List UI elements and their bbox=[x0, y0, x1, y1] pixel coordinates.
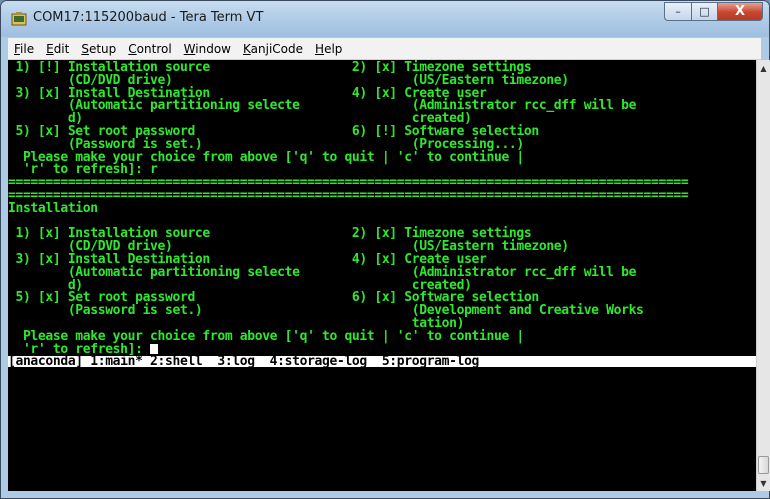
menu-item-file[interactable]: File bbox=[8, 42, 40, 56]
terminal-line: (Password is set.) (Processing...) bbox=[8, 136, 524, 152]
terminal-line: d) created) bbox=[8, 277, 472, 293]
text-cursor bbox=[150, 343, 159, 354]
scroll-up-arrow-icon[interactable]: ▲ bbox=[757, 60, 770, 76]
menu-label-rest: elp bbox=[324, 41, 343, 56]
terminal-line: d) created) bbox=[8, 111, 472, 127]
menu-item-help[interactable]: Help bbox=[309, 42, 348, 56]
caption-buttons: – □ X bbox=[664, 2, 763, 21]
terminal-line: Installation bbox=[8, 200, 98, 216]
menu-mnemonic: C bbox=[128, 41, 137, 56]
menu-mnemonic: E bbox=[46, 41, 54, 56]
scroll-down-arrow-icon[interactable]: ▼ bbox=[757, 475, 770, 491]
scrollbar-thumb[interactable] bbox=[758, 456, 769, 474]
menu-mnemonic: H bbox=[315, 41, 325, 56]
menu-item-setup[interactable]: Setup bbox=[75, 42, 122, 56]
terminal-line: (CD/DVD drive) (US/Eastern timezone) bbox=[8, 72, 569, 88]
menu-mnemonic: K bbox=[243, 41, 251, 56]
window-title: COM17:115200baud - Tera Term VT bbox=[33, 10, 264, 25]
close-button[interactable]: X bbox=[717, 2, 763, 21]
terminal-line: (Password is set.) (Development and Crea… bbox=[8, 303, 644, 319]
terminal-line: 5) [x] Set root password 6) [x] Software… bbox=[8, 290, 539, 306]
terminal-line: 1) [!] Installation source 2) [x] Timezo… bbox=[8, 60, 532, 75]
terminal-line: (Automatic partitioning selecte (Adminis… bbox=[8, 98, 637, 114]
close-icon: X bbox=[734, 4, 746, 19]
menu-item-control[interactable]: Control bbox=[122, 42, 177, 56]
terminal-window: COM17:115200baud - Tera Term VT – □ X Fi… bbox=[0, 0, 770, 499]
terminal-line: 3) [x] Install Destination 4) [x] Create… bbox=[8, 252, 487, 267]
terminal-line: Please make your choice from above ['q' … bbox=[8, 149, 524, 165]
terminal-line: 'r' to refresh]: r bbox=[8, 162, 158, 178]
menu-label-rest: ile bbox=[20, 41, 35, 56]
menu-mnemonic: S bbox=[81, 41, 89, 56]
menu-label-rest: anjiCode bbox=[250, 41, 304, 56]
menu-item-window[interactable]: Window bbox=[178, 42, 237, 56]
terminal-line: (CD/DVD drive) (US/Eastern timezone) bbox=[8, 239, 569, 255]
menu-label-rest: dit bbox=[53, 41, 70, 56]
title-bar[interactable]: COM17:115200baud - Tera Term VT – □ X bbox=[1, 1, 769, 37]
menu-label-rest: ontrol bbox=[136, 41, 172, 56]
terminal-line: 1) [x] Installation source 2) [x] Timezo… bbox=[8, 226, 532, 242]
terminal-screen[interactable]: 1) [!] Installation source 2) [x] Timezo… bbox=[8, 60, 756, 491]
terminal-line: ========================================… bbox=[8, 175, 689, 191]
maximize-icon: □ bbox=[699, 5, 710, 18]
terminal-line: tation) bbox=[8, 316, 465, 331]
menu-label-rest: indow bbox=[195, 41, 231, 56]
menu-label-rest: etup bbox=[88, 41, 117, 56]
teraterm-app-icon[interactable] bbox=[11, 11, 27, 27]
terminal-line: 5) [x] Set root password 6) [!] Software… bbox=[8, 124, 539, 139]
terminal-line: Please make your choice from above ['q' … bbox=[8, 328, 524, 344]
vertical-scrollbar[interactable]: ▲ ▼ bbox=[756, 60, 770, 491]
terminal-line: 3) [x] Install Destination 4) [x] Create… bbox=[8, 85, 487, 101]
terminal-line: 'r' to refresh]: bbox=[8, 343, 159, 356]
minimize-button[interactable]: – bbox=[664, 2, 691, 21]
tmux-status-bar: [anaconda] 1:main* 2:shell 3:log 4:stora… bbox=[8, 355, 756, 368]
terminal-line: ========================================… bbox=[8, 188, 689, 203]
menu-bar: File Edit Setup Control Window KanjiCode Help bbox=[8, 38, 761, 60]
menu-item-edit[interactable]: Edit bbox=[40, 42, 75, 56]
maximize-button[interactable]: □ bbox=[691, 2, 717, 21]
terminal-line: (Automatic partitioning selecte (Adminis… bbox=[8, 264, 637, 280]
menu-item-kanjicode[interactable]: KanjiCode bbox=[237, 42, 309, 56]
menu-mnemonic: W bbox=[183, 41, 196, 56]
minimize-icon: – bbox=[675, 5, 681, 18]
